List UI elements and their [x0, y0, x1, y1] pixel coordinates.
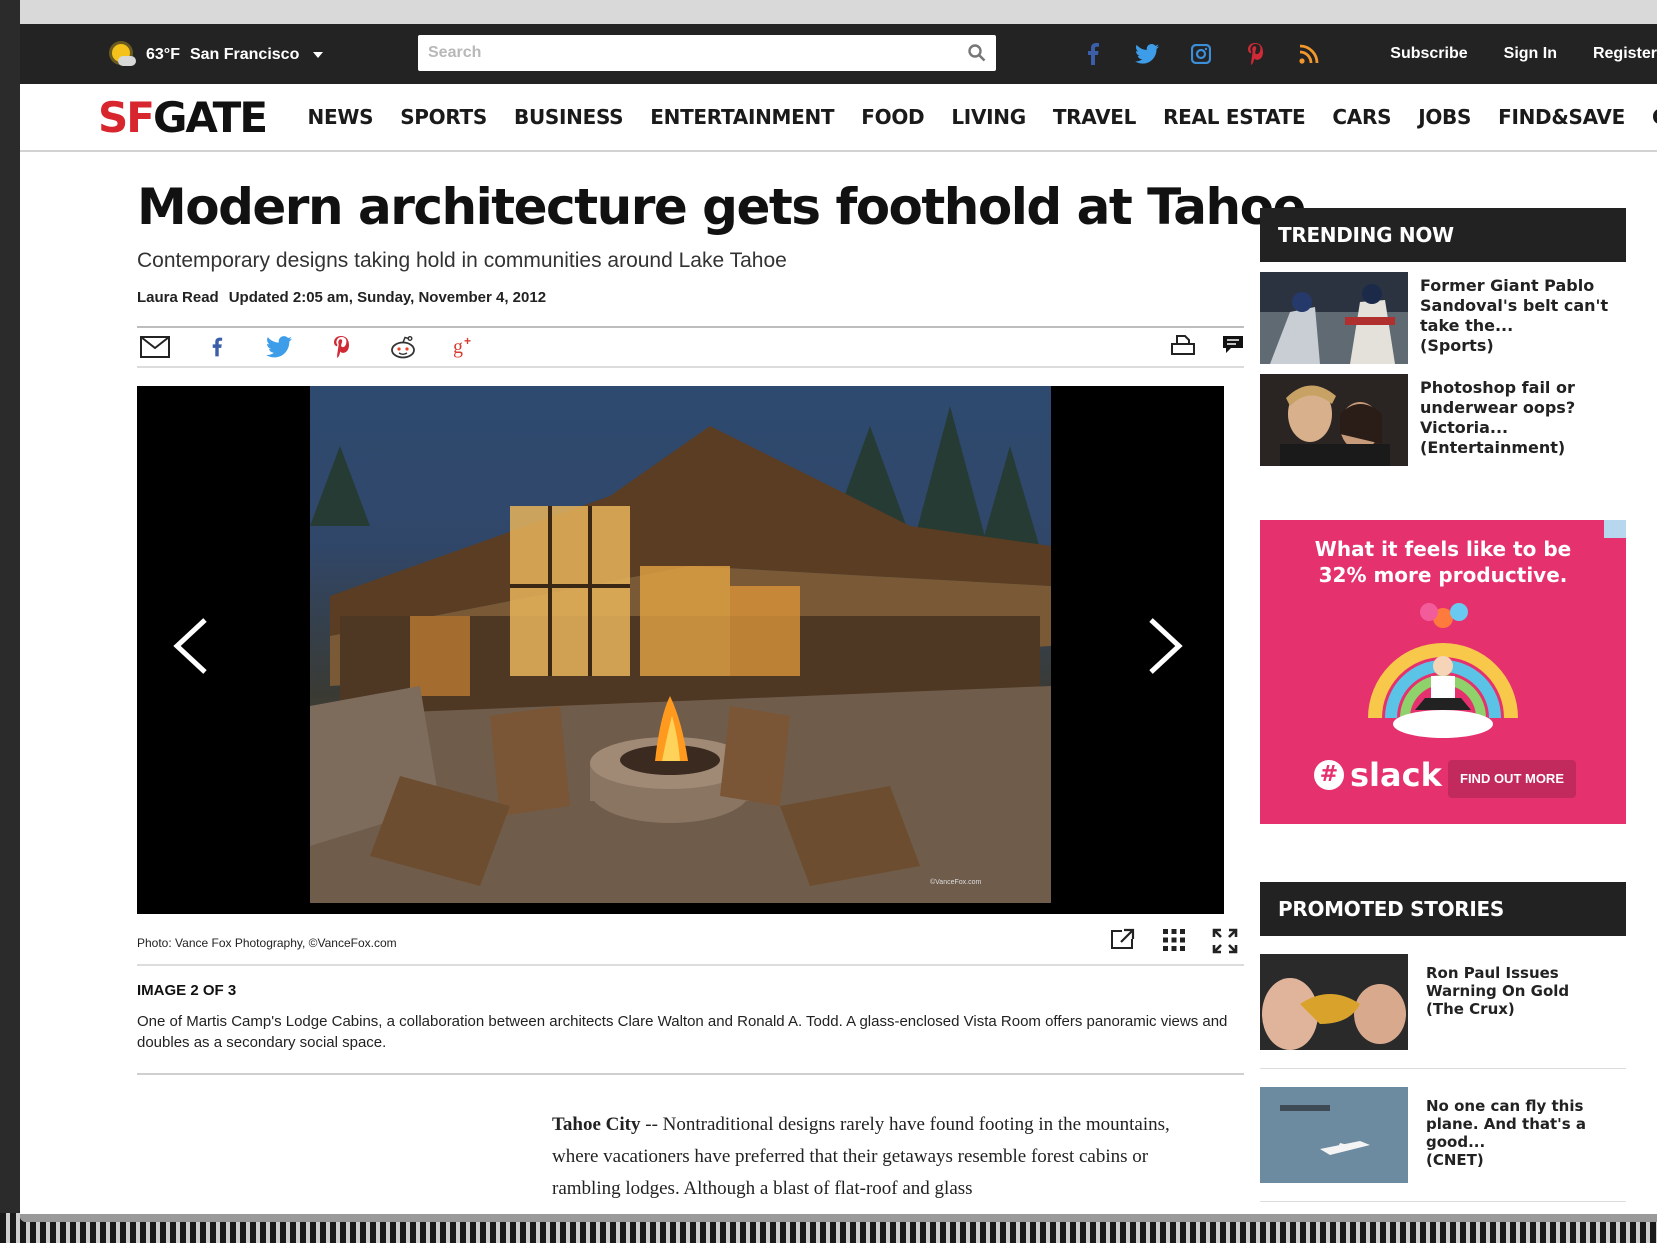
- comment-icon[interactable]: [1222, 334, 1244, 361]
- share-bar: g +: [137, 326, 1244, 368]
- browser-chrome: [20, 0, 1657, 24]
- nav-business[interactable]: BUSINESS: [501, 105, 637, 129]
- trending-item[interactable]: Photoshop fail or underwear oops? Victor…: [1260, 374, 1626, 466]
- main-navigation: SFGATE NEWS SPORTS BUSINESS ENTERTAINMEN…: [20, 84, 1657, 152]
- slack-logo: # slack: [1314, 756, 1442, 794]
- promoted-stories: PROMOTED STORIES Ron Paul Issues Warning…: [1260, 882, 1626, 1202]
- promoted-heading: PROMOTED STORIES: [1260, 882, 1626, 936]
- nav-cars[interactable]: CARS: [1319, 105, 1405, 129]
- article: Modern architecture gets foothold at Tah…: [137, 178, 1306, 1205]
- image-counter: IMAGE 2 OF 3: [137, 982, 237, 999]
- article-dek: Contemporary designs taking hold in comm…: [137, 249, 787, 272]
- print-icon[interactable]: [1170, 334, 1196, 361]
- trending-heading: TRENDING NOW: [1260, 208, 1626, 262]
- rss-icon[interactable]: [1296, 41, 1322, 67]
- svg-text:+: +: [464, 336, 471, 348]
- photo-credit: Photo: Vance Fox Photography, ©VanceFox.…: [137, 936, 397, 950]
- fullscreen-icon[interactable]: [1212, 928, 1238, 959]
- photo-gallery: ©VanceFox.com: [137, 386, 1224, 914]
- svg-text:©VanceFox.com: ©VanceFox.com: [930, 878, 981, 886]
- trending-thumbnail[interactable]: [1260, 374, 1408, 466]
- byline: Laura Read Updated 2:05 am, Sunday, Novem…: [137, 289, 1244, 306]
- weather-temp: 63°F: [146, 46, 180, 63]
- weather-sun-icon: [106, 40, 136, 70]
- search-input[interactable]: [418, 35, 958, 71]
- promoted-item[interactable]: No one can fly this plane. And that's a …: [1260, 1087, 1626, 1202]
- nav-living[interactable]: LIVING: [938, 105, 1039, 129]
- weather-widget[interactable]: 63°F San Francisco: [106, 40, 324, 70]
- facebook-share-icon[interactable]: [202, 334, 232, 360]
- photo-caption: One of Martis Camp's Lodge Cabins, a col…: [137, 1011, 1244, 1075]
- advertisement[interactable]: What it feels like to be 32% more product…: [1260, 520, 1626, 824]
- social-links: [1080, 41, 1322, 67]
- nav-travel[interactable]: TRAVEL: [1039, 105, 1149, 129]
- ad-choices-icon[interactable]: [1604, 520, 1626, 538]
- weather-city: San Francisco: [189, 46, 300, 63]
- search-icon[interactable]: [968, 44, 986, 67]
- nav-chronicle[interactable]: CHRONICLE: [1638, 105, 1657, 129]
- register-link[interactable]: Register: [1593, 45, 1657, 63]
- pinterest-icon[interactable]: [1242, 41, 1268, 67]
- instagram-icon[interactable]: [1188, 41, 1214, 67]
- promoted-thumbnail[interactable]: [1260, 954, 1408, 1050]
- sign-in-link[interactable]: Sign In: [1504, 45, 1557, 63]
- email-icon[interactable]: [140, 334, 170, 360]
- nav-news[interactable]: NEWS: [294, 105, 387, 129]
- subscribe-link[interactable]: Subscribe: [1390, 45, 1467, 63]
- trending-thumbnail[interactable]: [1260, 272, 1408, 364]
- reddit-icon[interactable]: [388, 334, 418, 360]
- promoted-item[interactable]: Ron Paul Issues Warning On Gold (The Crux…: [1260, 954, 1626, 1069]
- nav-jobs[interactable]: JOBS: [1405, 105, 1485, 129]
- nav-entertainment[interactable]: ENTERTAINMENT: [637, 105, 848, 129]
- trending-title[interactable]: Former Giant Pablo Sandoval's belt can't…: [1420, 272, 1626, 364]
- gallery-tools: [1110, 928, 1238, 959]
- gallery-prev-arrow[interactable]: [167, 616, 217, 676]
- article-dateline: Tahoe City: [552, 1114, 641, 1135]
- article-body-text: -- Nontraditional designs rarely have fo…: [552, 1114, 1170, 1199]
- right-rail: TRENDING NOW Former Giant Pablo Sandoval…: [1260, 208, 1626, 1202]
- slack-mark-icon: #: [1314, 760, 1344, 790]
- external-link-icon[interactable]: [1110, 928, 1136, 959]
- trending-title[interactable]: Photoshop fail or underwear oops? Victor…: [1420, 374, 1626, 466]
- nav-real-estate[interactable]: REAL ESTATE: [1150, 105, 1319, 129]
- gallery-caption-bar: Photo: Vance Fox Photography, ©VanceFox.…: [137, 922, 1244, 966]
- nav-food[interactable]: FOOD: [848, 105, 938, 129]
- pinterest-share-icon[interactable]: [326, 334, 356, 360]
- article-headline: Modern architecture gets foothold at Tah…: [137, 178, 1306, 236]
- section-links: NEWS SPORTS BUSINESS ENTERTAINMENT FOOD …: [294, 105, 1657, 129]
- share-bar-tools: [1170, 334, 1244, 361]
- article-body: Tahoe City -- Nontraditional designs rar…: [552, 1109, 1192, 1205]
- nav-find-and-save[interactable]: FIND&SAVE: [1485, 105, 1639, 129]
- updated-timestamp: Updated 2:05 am, Sunday, November 4, 201…: [228, 289, 547, 306]
- browser-window: 63°F San Francisco Subscribe Sign In Reg…: [20, 0, 1657, 1222]
- ad-illustration: [1355, 598, 1531, 738]
- chevron-down-icon: [313, 52, 324, 58]
- trending-item[interactable]: Former Giant Pablo Sandoval's belt can't…: [1260, 272, 1626, 364]
- grid-view-icon[interactable]: [1162, 928, 1186, 959]
- promoted-title[interactable]: No one can fly this plane. And that's a …: [1426, 1087, 1626, 1183]
- desktop-background-left: [0, 0, 20, 1243]
- horizontal-scrollbar[interactable]: [20, 1214, 1657, 1222]
- promoted-thumbnail[interactable]: [1260, 1087, 1408, 1183]
- nav-sports[interactable]: SPORTS: [387, 105, 501, 129]
- twitter-icon[interactable]: [1134, 41, 1160, 67]
- gallery-next-arrow[interactable]: [1139, 616, 1189, 676]
- ad-cta-button[interactable]: FIND OUT MORE: [1448, 760, 1576, 798]
- account-links: Subscribe Sign In Register: [1390, 24, 1657, 84]
- ad-headline: What it feels like to be 32% more product…: [1314, 537, 1572, 587]
- search-box: [418, 35, 996, 71]
- google-plus-icon[interactable]: g +: [450, 334, 480, 360]
- facebook-icon[interactable]: [1080, 41, 1106, 67]
- gallery-photo[interactable]: ©VanceFox.com: [310, 386, 1051, 903]
- promoted-title[interactable]: Ron Paul Issues Warning On Gold (The Crux…: [1426, 954, 1626, 1050]
- utility-bar: 63°F San Francisco Subscribe Sign In Reg…: [20, 24, 1657, 84]
- author-name[interactable]: Laura Read: [137, 289, 219, 306]
- sfgate-logo[interactable]: SFGATE: [98, 93, 268, 142]
- twitter-share-icon[interactable]: [264, 334, 294, 360]
- svg-text:g: g: [453, 336, 463, 358]
